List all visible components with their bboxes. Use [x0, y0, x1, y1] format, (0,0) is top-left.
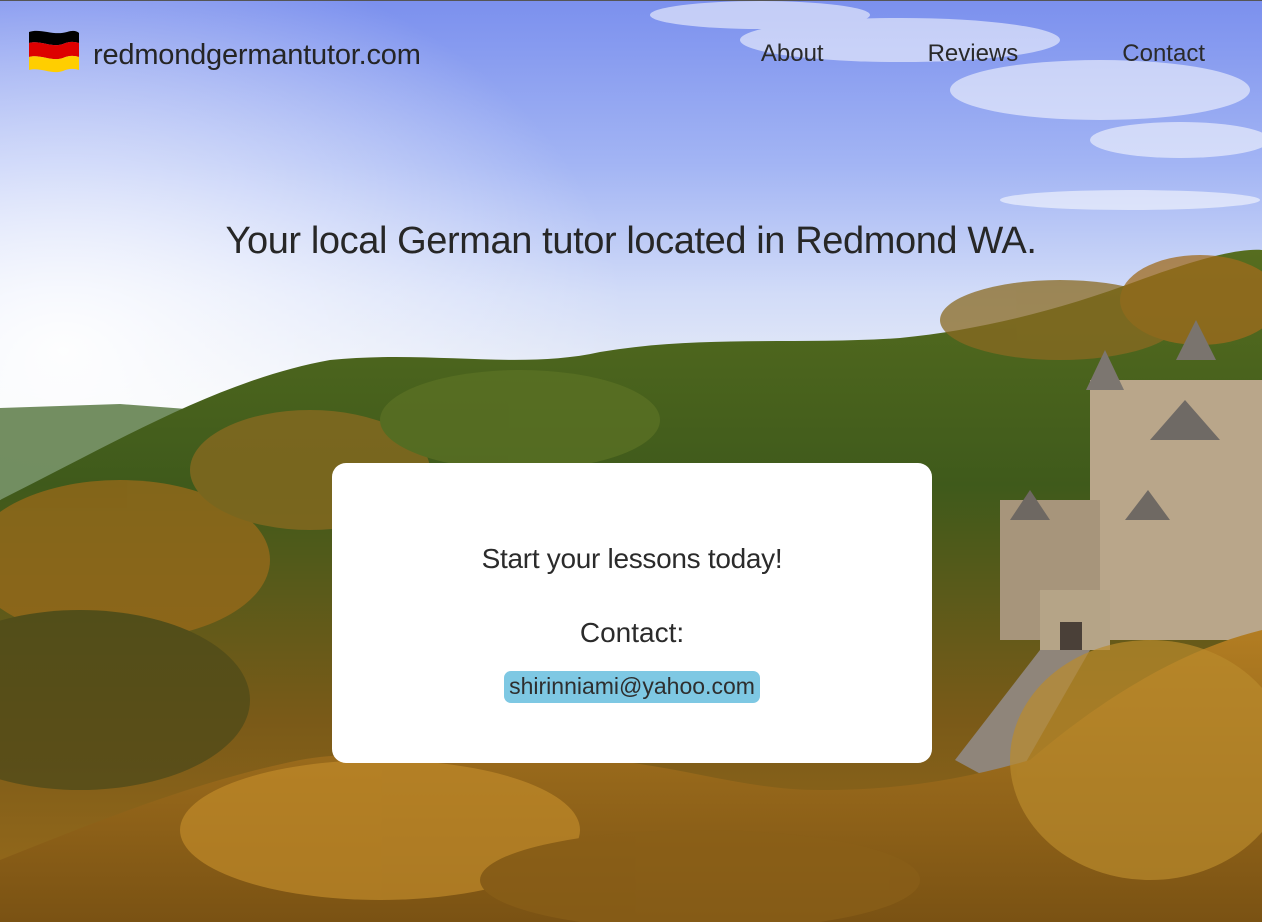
top-border [0, 0, 1262, 1]
email-link[interactable]: shirinniami@yahoo.com [504, 671, 760, 703]
hero-background-image [0, 0, 1262, 922]
germany-flag-icon [29, 30, 79, 73]
email-container: shirinniami@yahoo.com [332, 671, 932, 703]
contact-card: Start your lessons today! Contact: shiri… [332, 463, 932, 763]
nav-link-reviews[interactable]: Reviews [928, 40, 1019, 68]
page: redmondgermantutor.com About Reviews Con… [0, 0, 1262, 922]
contact-label: Contact: [579, 617, 685, 648]
site-brand[interactable]: redmondgermantutor.com [27, 22, 421, 82]
nav-link-about[interactable]: About [761, 40, 824, 68]
nav-link-contact[interactable]: Contact [1122, 40, 1205, 68]
hero-headline: Your local German tutor located in Redmo… [225, 220, 1037, 262]
site-name[interactable]: redmondgermantutor.com [93, 39, 421, 72]
main-nav: About Reviews Contact [761, 40, 1205, 68]
card-title: Start your lessons today! [481, 543, 783, 574]
